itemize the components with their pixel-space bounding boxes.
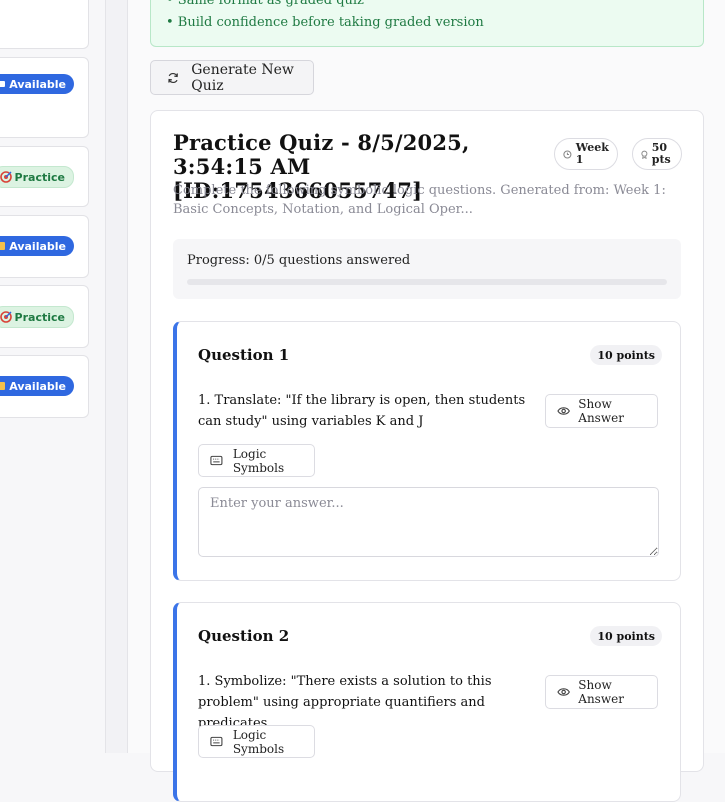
question-card: Question 2 10 points 1. Symbolize: "Ther… [173,602,681,802]
award-icon [641,150,648,159]
sidebar-card[interactable]: Available [0,355,89,418]
course-sidebar: Available Practice Available Practice Av… [0,0,106,753]
sidebar-card[interactable]: Practice [0,285,89,348]
logic-symbols-label: Logic Symbols [232,446,285,475]
question-title: Question 2 [198,627,290,645]
main-content: • Same format as graded quiz • Build con… [128,0,725,802]
question-card: Question 1 10 points 1. Translate: "If t… [173,321,681,581]
badge-label: Practice [14,170,65,184]
sidebar-card[interactable]: Available [0,57,89,138]
available-badge: Available [0,74,74,94]
eye-icon [557,688,570,696]
info-line: • Same format as graded quiz [166,0,364,8]
sidebar-card[interactable] [0,0,89,49]
badge-label: Available [9,239,66,253]
target-icon [0,311,12,323]
eye-icon [557,407,570,415]
badge-label: Practice [14,310,65,324]
show-answer-label: Show Answer [578,678,624,706]
divider-strip [106,0,128,753]
progress-label: Progress: 0/5 questions answered [187,253,411,268]
info-line: • Build confidence before taking graded … [166,15,484,30]
question-text: 1. Translate: "If the library is open, t… [198,393,526,429]
sidebar-card[interactable]: Available [0,215,89,278]
available-badge: Available [0,236,74,256]
clock-icon [563,149,572,159]
show-answer-button[interactable]: Show Answer [545,675,658,709]
book-icon [0,382,6,390]
badge-label: Available [9,379,66,393]
logic-symbols-button[interactable]: Logic Symbols [198,725,315,758]
points-label: 50 pts [651,141,671,166]
show-answer-label: Show Answer [578,397,624,425]
question-points: 10 points [590,626,662,646]
question-points: 10 points [590,345,662,365]
generate-quiz-button[interactable]: Generate New Quiz [150,60,314,95]
quiz-card: Practice Quiz - 8/5/2025, 3:54:15 AM [ID… [150,110,704,802]
keyboard-icon [210,736,223,747]
logic-symbols-button[interactable]: Logic Symbols [198,444,315,477]
available-badge: Available [0,376,74,396]
refresh-icon [168,72,178,83]
progress-panel: Progress: 0/5 questions answered [173,239,681,299]
book-icon [0,242,6,250]
question-title: Question 1 [198,346,290,364]
answer-input[interactable] [198,487,659,557]
week-label: Week 1 [575,141,609,166]
keyboard-icon [210,455,223,466]
show-answer-button[interactable]: Show Answer [545,394,658,428]
practice-info-box: • Same format as graded quiz • Build con… [150,0,704,47]
book-icon [0,81,6,87]
sidebar-card[interactable]: Practice [0,146,89,207]
progress-bar [187,279,667,285]
generate-quiz-label: Generate New Quiz [191,61,294,94]
badge-label: Available [9,77,66,91]
week-badge: Week 1 [554,138,618,170]
logic-symbols-label: Logic Symbols [232,727,285,756]
target-icon [0,171,12,183]
quiz-description: Complete the following symbolic logic qu… [173,183,666,217]
practice-badge: Practice [0,166,74,188]
points-badge: 50 pts [632,138,682,170]
practice-badge: Practice [0,306,74,328]
